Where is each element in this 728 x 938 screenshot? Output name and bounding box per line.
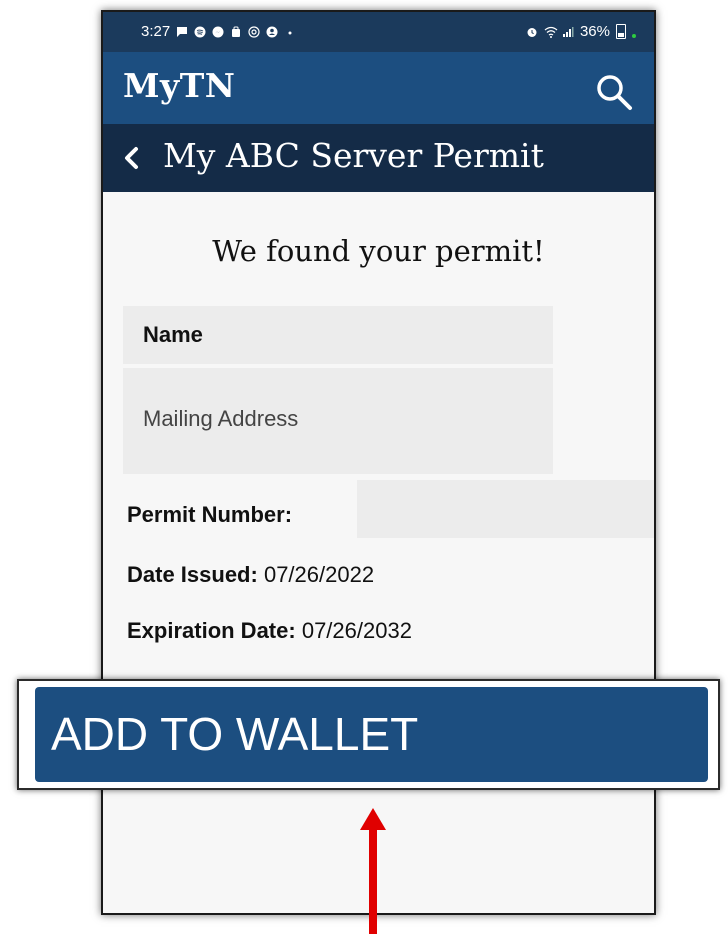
- chevron-left-icon[interactable]: [119, 142, 143, 174]
- expiration-date-value: 07/26/2032: [301, 618, 412, 643]
- add-to-wallet-button[interactable]: ADD TO WALLET: [35, 687, 708, 782]
- email-at-icon: [248, 25, 260, 38]
- status-time: 3:27: [141, 23, 171, 40]
- status-bar-left: 3:27: [141, 23, 296, 40]
- battery-percent: 36%: [579, 23, 610, 40]
- alarm-icon: [526, 26, 538, 38]
- date-issued-label: Date Issued:: [127, 562, 258, 587]
- messenger-icon: [212, 26, 224, 38]
- date-issued-row: Date Issued: 07/26/2022: [127, 562, 374, 588]
- page-header: My ABC Server Permit: [103, 124, 654, 192]
- found-heading: We found your permit!: [212, 234, 545, 268]
- battery-icon: [616, 24, 626, 39]
- expiration-date-label: Expiration Date:: [127, 618, 296, 643]
- permit-content: We found your permit! Name Mailing Addre…: [103, 192, 654, 913]
- page-title: My ABC Server Permit: [163, 136, 544, 175]
- add-to-wallet-callout: ADD TO WALLET: [17, 679, 720, 790]
- permit-number-value: [357, 480, 654, 538]
- signal-icon: [562, 26, 574, 38]
- name-label: Name: [143, 322, 203, 347]
- date-issued-value: 07/26/2022: [263, 562, 375, 587]
- red-arrow-icon: [358, 808, 388, 934]
- mailing-address-label: Mailing Address: [143, 406, 299, 431]
- mailing-address-field: Mailing Address: [123, 368, 553, 474]
- status-bar-right: 36%: [526, 23, 636, 40]
- more-dot-icon: [284, 26, 296, 38]
- message-icon: [176, 26, 188, 38]
- account-icon: [266, 26, 278, 38]
- spotify-icon: [194, 26, 206, 38]
- search-icon[interactable]: [594, 72, 634, 112]
- shopping-bag-icon: [230, 26, 242, 38]
- status-bar: 3:27 36%: [103, 12, 654, 52]
- charging-dot-icon: [632, 34, 636, 38]
- permit-number-label: Permit Number:: [127, 502, 293, 527]
- app-bar: MyTN: [103, 52, 654, 124]
- app-title: MyTN: [123, 66, 236, 105]
- permit-number-row: Permit Number:: [127, 502, 292, 528]
- wifi-icon: [544, 26, 558, 38]
- expiration-date-row: Expiration Date: 07/26/2032: [127, 618, 412, 644]
- name-field: Name: [123, 306, 553, 364]
